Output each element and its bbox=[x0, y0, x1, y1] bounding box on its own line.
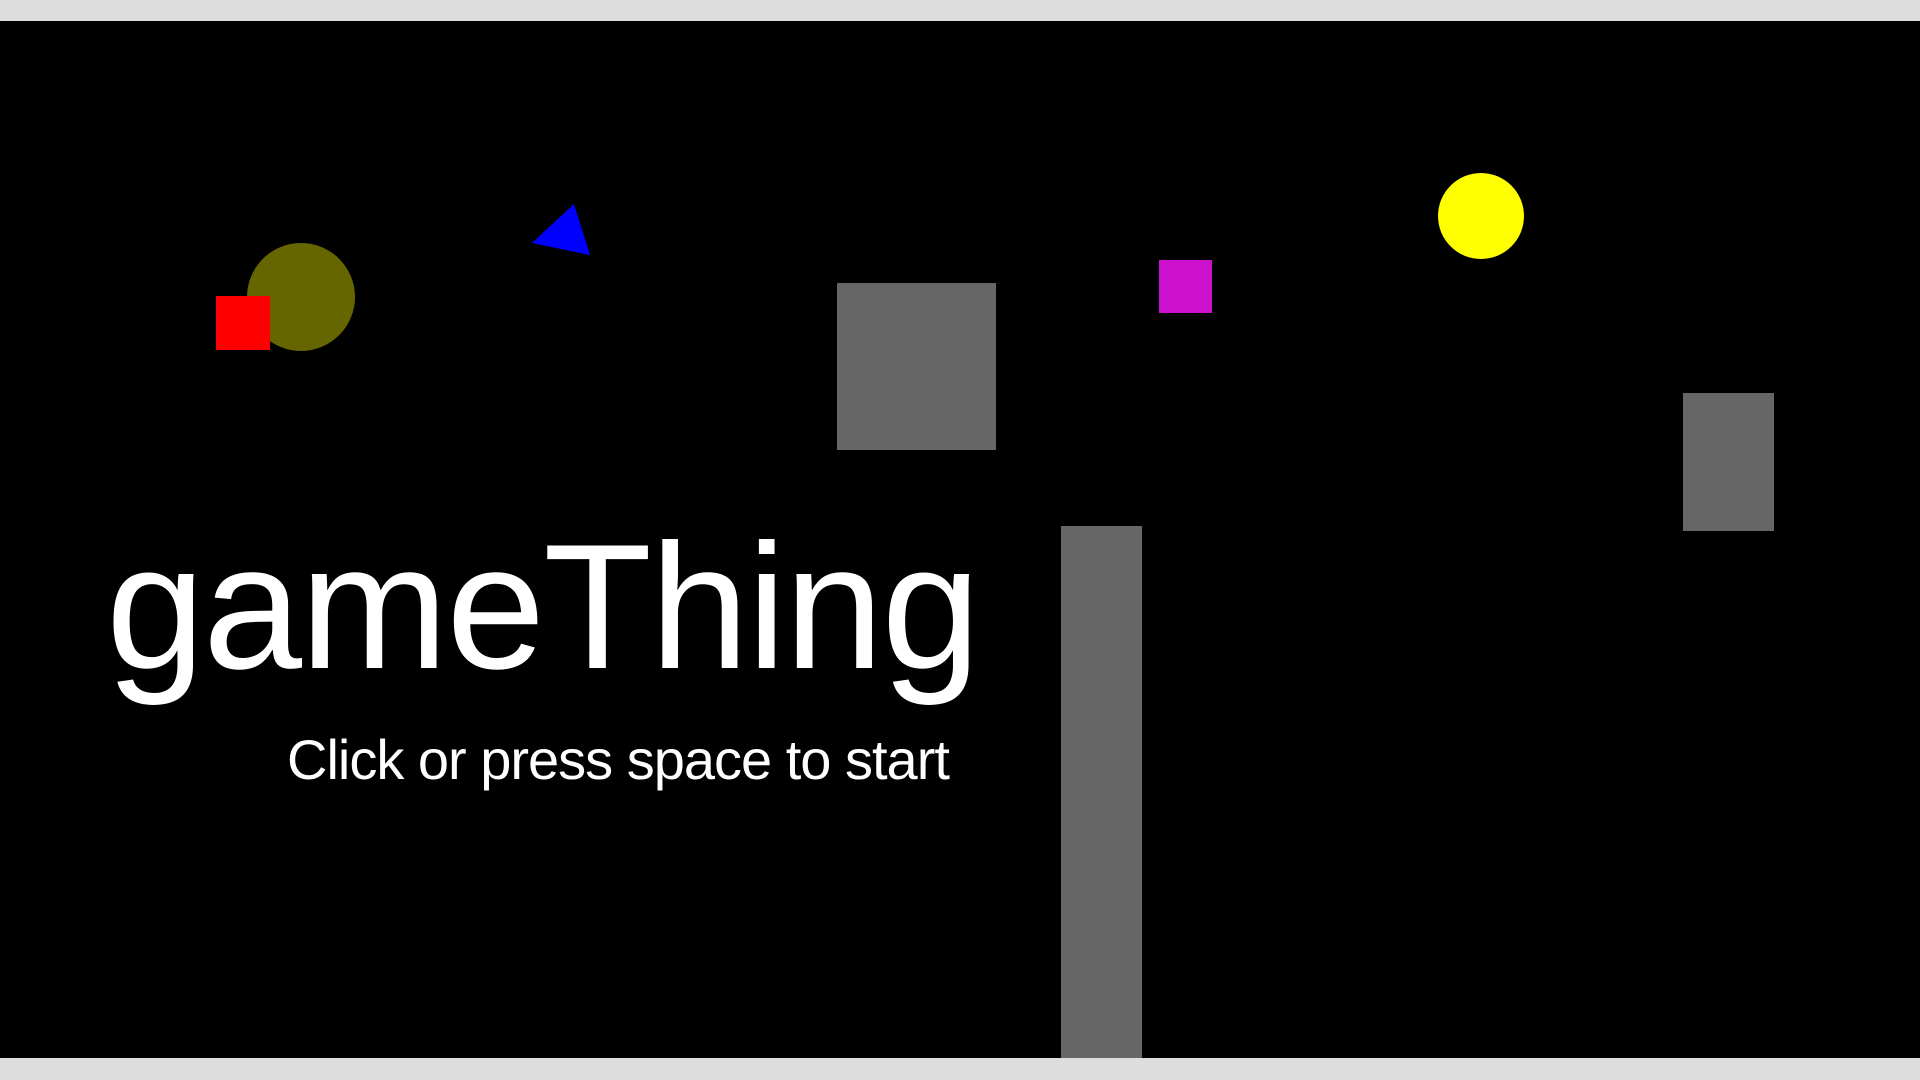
gray-block-upper bbox=[837, 283, 996, 450]
yellow-circle bbox=[1438, 173, 1524, 259]
start-prompt[interactable]: Click or press space to start bbox=[287, 729, 950, 791]
red-square-player bbox=[216, 296, 270, 350]
game-title: gameThing bbox=[106, 507, 981, 706]
game-canvas[interactable]: gameThing Click or press space to start bbox=[0, 21, 1920, 1058]
page: gameThing Click or press space to start bbox=[0, 0, 1920, 1080]
gray-block-right bbox=[1683, 393, 1774, 531]
gray-pillar bbox=[1061, 526, 1142, 1058]
magenta-square bbox=[1159, 260, 1212, 313]
blue-triangle bbox=[532, 204, 590, 255]
